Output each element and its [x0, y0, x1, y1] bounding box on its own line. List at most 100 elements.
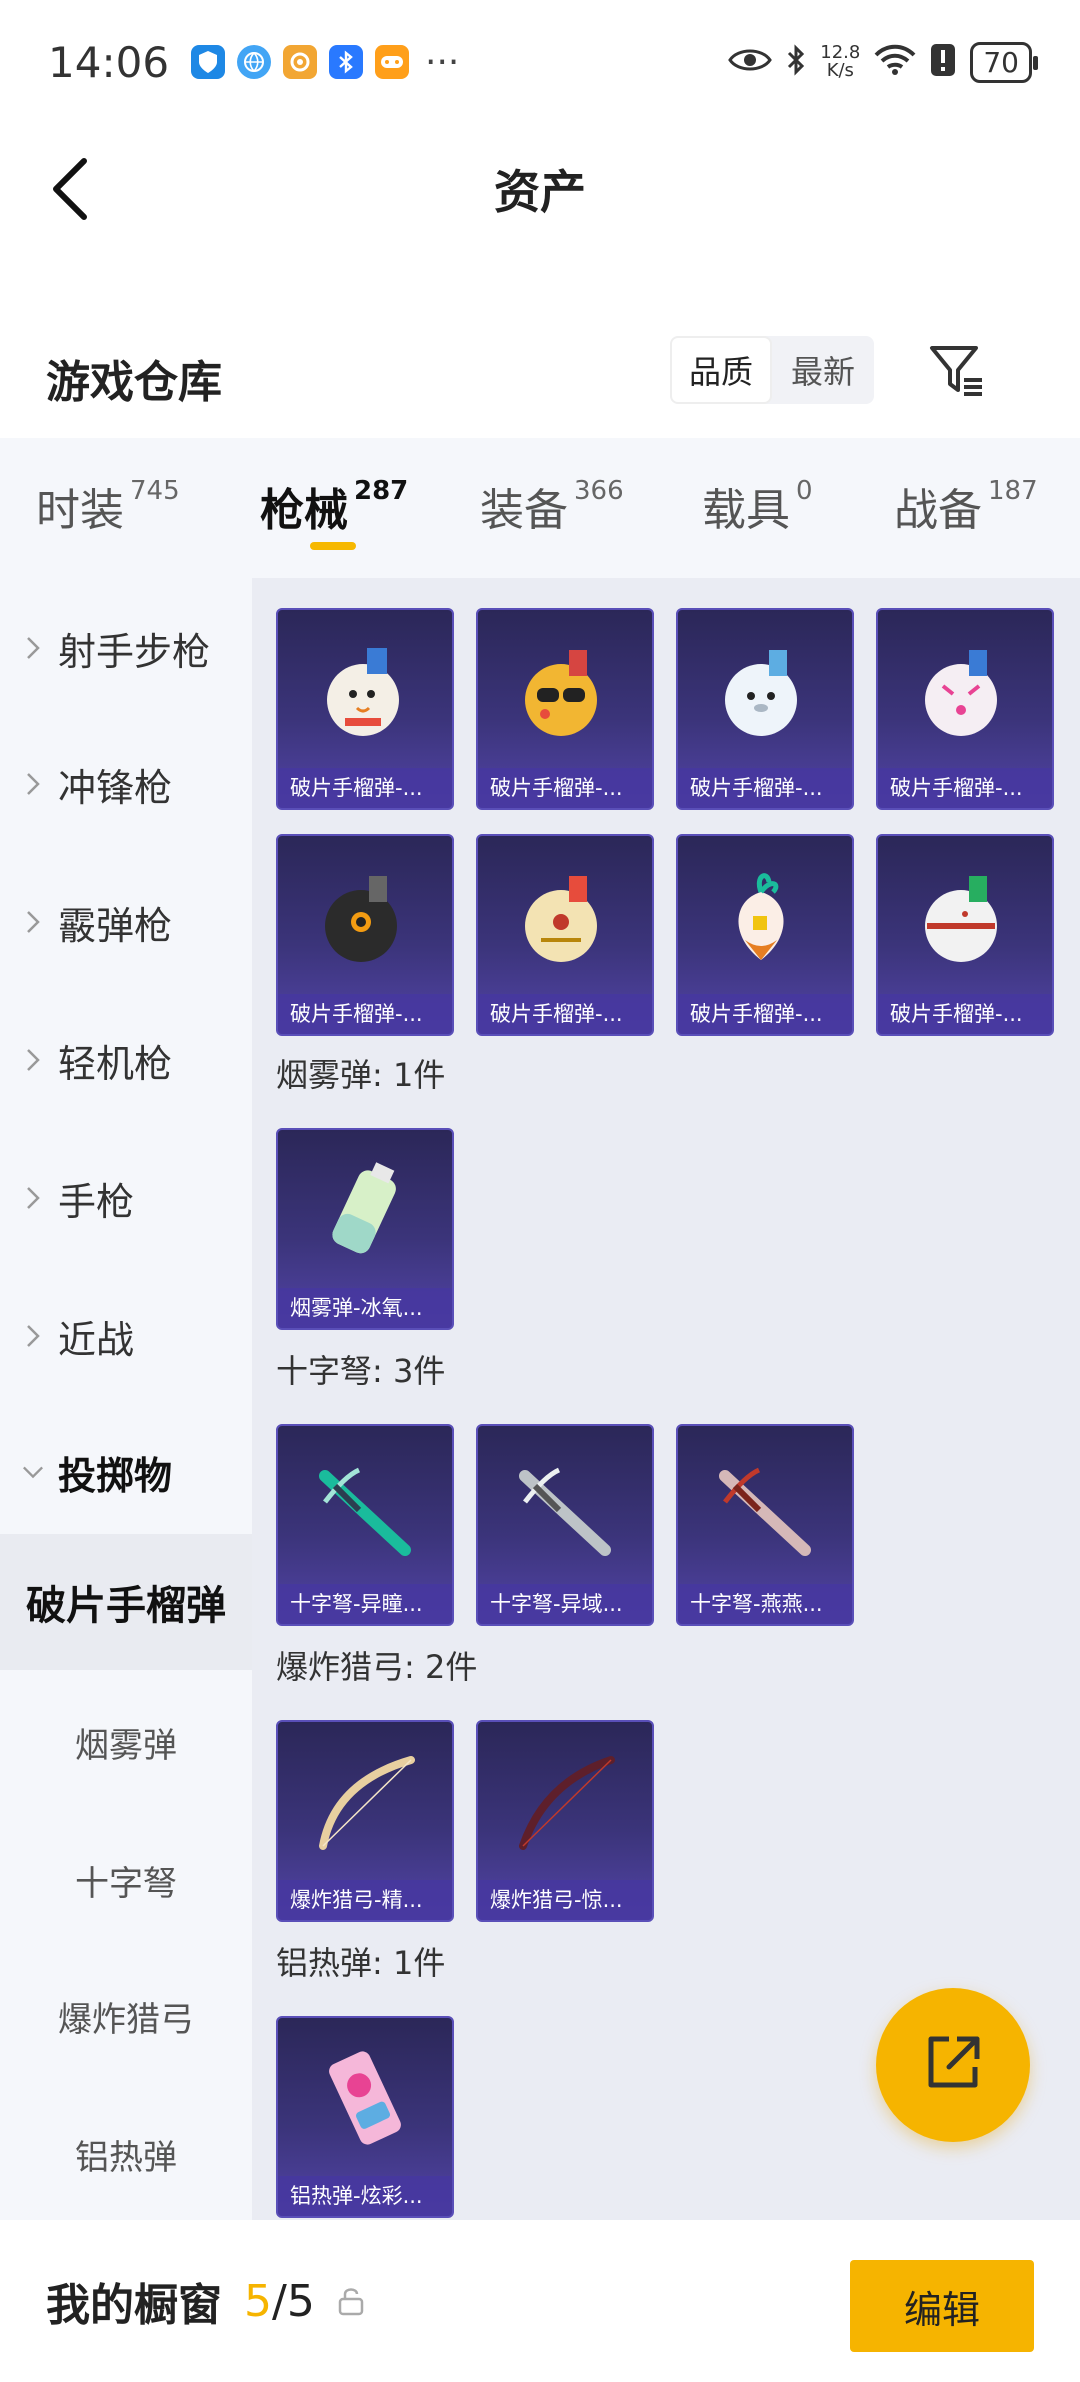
item-card[interactable]: 破片手榴弹-... — [876, 608, 1054, 810]
item-label: 破片手榴弹-... — [478, 994, 652, 1034]
share-button[interactable] — [876, 1988, 1030, 2142]
filter-icon — [928, 346, 988, 404]
alert-icon — [930, 43, 956, 81]
item-card[interactable]: 十字弩-异瞳... — [276, 1424, 454, 1626]
sidebar-item-crossbow[interactable]: 十字弩 — [0, 1812, 252, 1948]
share-external-icon — [921, 2031, 985, 2099]
item-label: 破片手榴弹-... — [478, 768, 652, 808]
sidebar-item-shotgun[interactable]: 霰弹枪 — [0, 854, 252, 990]
sidebar-item-smg[interactable]: 冲锋枪 — [0, 716, 252, 852]
sidebar-item-label: 手枪 — [58, 1179, 135, 1224]
page-title: 资产 — [494, 165, 586, 219]
status-time: 14:06 — [48, 37, 170, 87]
sidebar-item-throwables[interactable]: 投掷物 — [0, 1404, 252, 1540]
item-card[interactable]: 十字弩-燕燕... — [676, 1424, 854, 1626]
tab-count: 0 — [796, 476, 813, 506]
sunglasses-grenade-icon — [478, 610, 652, 770]
sidebar-item-label: 近战 — [58, 1317, 135, 1362]
dark-bow-icon — [478, 1722, 652, 1882]
chevron-right-icon — [22, 1186, 44, 1210]
tab-fashion[interactable]: 时装 745 — [36, 474, 180, 538]
sidebar-item-pistol[interactable]: 手枪 — [0, 1130, 252, 1266]
item-card[interactable]: 烟雾弹-冰氧... — [276, 1128, 454, 1330]
pink-face-grenade-icon — [878, 610, 1052, 770]
item-label: 爆炸猎弓-精... — [278, 1880, 452, 1920]
sidebar-item-label: 烟雾弹 — [75, 1725, 177, 1766]
item-label: 铝热弹-炫彩... — [278, 2176, 452, 2216]
item-card[interactable]: 破片手榴弹-... — [676, 608, 854, 810]
section-title-bow: 爆炸猎弓: 2件 — [276, 1648, 478, 1686]
eye-icon — [728, 46, 773, 78]
sidebar-item-label: 十字弩 — [75, 1863, 177, 1904]
seal-grenade-icon — [678, 610, 852, 770]
chevron-right-icon — [22, 636, 44, 660]
sort-option-quality[interactable]: 品质 — [670, 336, 772, 404]
item-card[interactable]: 爆炸猎弓-惊... — [476, 1720, 654, 1922]
tab-vehicles[interactable]: 载具 0 — [702, 474, 813, 538]
sidebar-item-explosive-bow[interactable]: 爆炸猎弓 — [0, 1948, 252, 2084]
back-button[interactable] — [40, 156, 100, 226]
sidebar-item-melee[interactable]: 近战 — [0, 1268, 252, 1404]
gold-bow-icon — [278, 1722, 452, 1882]
smoke-canister-icon — [278, 1130, 452, 1290]
battery-indicator: 70 — [970, 41, 1038, 83]
item-card[interactable]: 破片手榴弹-... — [676, 834, 854, 1036]
showcase-title: 我的橱窗 — [46, 2280, 222, 2331]
item-label: 破片手榴弹-... — [878, 994, 1052, 1034]
shield-app-icon — [191, 45, 226, 79]
item-card[interactable]: 爆炸猎弓-精... — [276, 1720, 454, 1922]
wifi-icon — [874, 44, 916, 80]
item-card[interactable]: 破片手榴弹-... — [476, 834, 654, 1036]
item-label: 爆炸猎弓-惊... — [478, 1880, 652, 1920]
showcase-bar: 我的橱窗 5/5 编辑 — [0, 2220, 1080, 2382]
tab-count: 287 — [354, 476, 409, 506]
sidebar-item-lmg[interactable]: 轻机枪 — [0, 992, 252, 1128]
snowman-grenade-icon — [278, 610, 452, 770]
chevron-down-icon — [22, 1465, 44, 1479]
filter-button[interactable] — [928, 340, 988, 400]
item-card[interactable]: 铝热弹-炫彩... — [276, 2016, 454, 2218]
sidebar-item-frag-grenade[interactable]: 破片手榴弹 — [0, 1534, 252, 1670]
chevron-left-icon — [50, 157, 90, 225]
cream-grenade-icon — [478, 836, 652, 996]
tab-supplies[interactable]: 战备 187 — [894, 474, 1038, 538]
section-title-smoke: 烟雾弹: 1件 — [276, 1056, 446, 1094]
sidebar-item-thermite[interactable]: 铝热弹 — [0, 2086, 252, 2222]
sidebar-item-marksman-rifle[interactable]: 射手步枪 — [0, 580, 252, 716]
chevron-right-icon — [22, 910, 44, 934]
item-card[interactable]: 破片手榴弹-... — [276, 834, 454, 1036]
black-grenade-icon — [278, 836, 452, 996]
item-card[interactable]: 破片手榴弹-... — [276, 608, 454, 810]
tab-label: 时装 — [36, 485, 124, 536]
browser-app-icon — [237, 45, 272, 79]
edit-button[interactable]: 编辑 — [850, 2260, 1034, 2352]
bluetooth-icon — [786, 44, 806, 80]
sort-option-newest[interactable]: 最新 — [772, 336, 874, 404]
item-label: 十字弩-异域... — [478, 1584, 652, 1624]
showcase-count: 5/5 — [244, 2276, 315, 2327]
tab-count: 366 — [574, 476, 624, 506]
game-app-icon — [283, 45, 318, 79]
lock-icon — [337, 2286, 365, 2316]
tab-label: 装备 — [480, 485, 568, 536]
sidebar-item-smoke-grenade[interactable]: 烟雾弹 — [0, 1674, 252, 1810]
tab-equipment[interactable]: 装备 366 — [480, 474, 624, 538]
sidebar-item-label: 射手步枪 — [58, 629, 211, 674]
tab-label: 枪械 — [260, 485, 348, 536]
category-tabs: 时装 745 枪械 287 装备 366 载具 0 战备 187 — [0, 438, 1080, 578]
tab-count: 187 — [988, 476, 1038, 506]
item-card[interactable]: 破片手榴弹-... — [476, 608, 654, 810]
section-title-crossbow: 十字弩: 3件 — [276, 1352, 446, 1390]
chevron-right-icon — [22, 1048, 44, 1072]
item-label: 十字弩-燕燕... — [678, 1584, 852, 1624]
tab-label: 载具 — [702, 485, 790, 536]
sidebar-item-label: 破片手榴弹 — [26, 1583, 226, 1629]
item-label: 破片手榴弹-... — [678, 768, 852, 808]
page-header: 资产 — [0, 124, 1080, 254]
item-card[interactable]: 破片手榴弹-... — [876, 834, 1054, 1036]
sidebar: 射手步枪 冲锋枪 霰弹枪 轻机枪 手枪 近战 投掷物 破片手榴弹 烟雾弹 十字弩… — [0, 578, 252, 2220]
item-card[interactable]: 十字弩-异域... — [476, 1424, 654, 1626]
item-label: 破片手榴弹-... — [678, 994, 852, 1034]
showcase-current: 5 — [244, 2275, 272, 2327]
tab-weapons[interactable]: 枪械 287 — [260, 474, 408, 538]
